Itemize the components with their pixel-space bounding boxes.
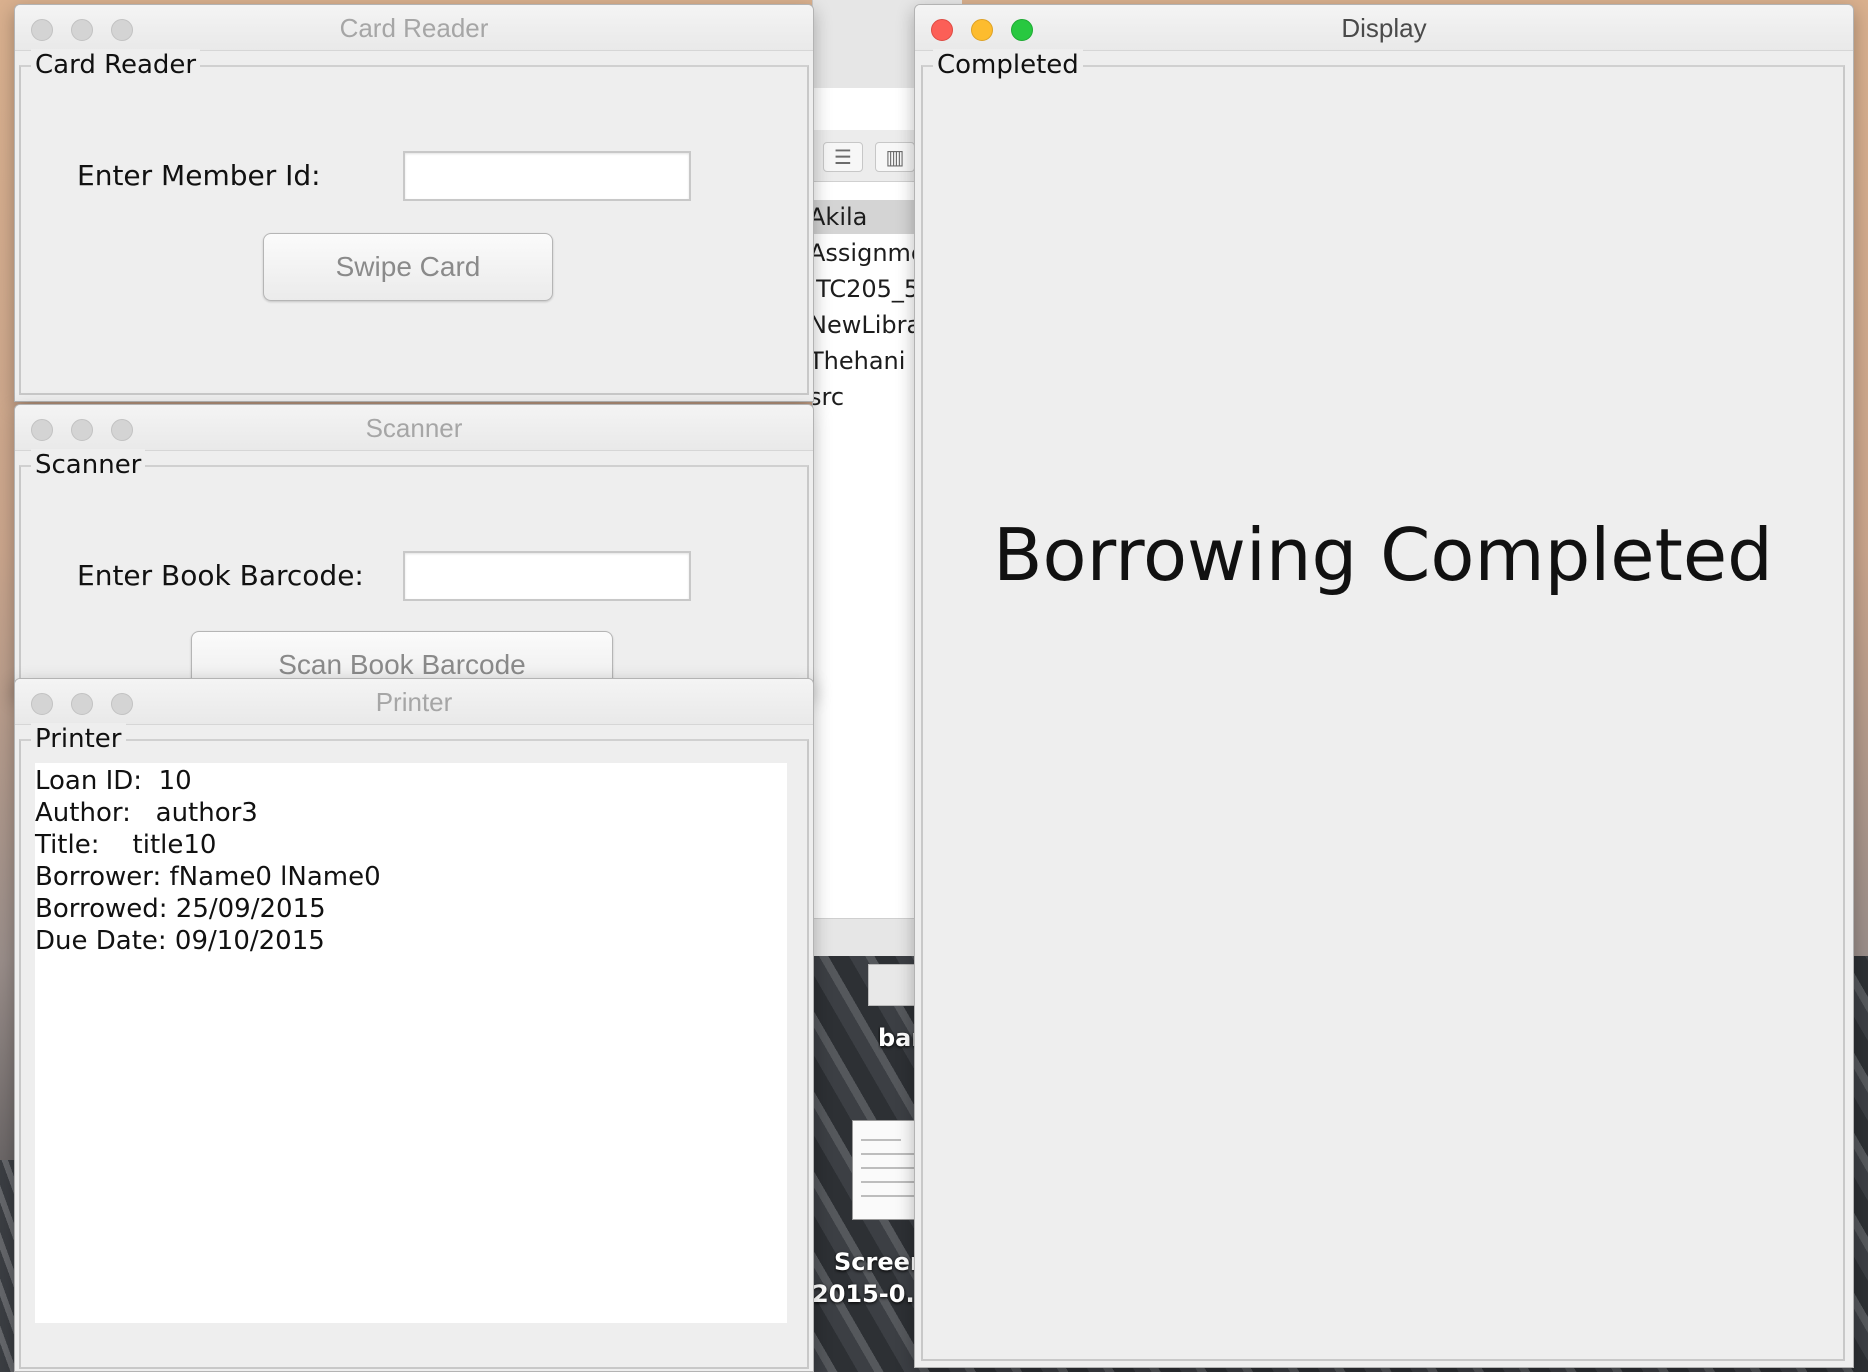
borrowing-status-message: Borrowing Completed: [993, 513, 1773, 597]
card-reader-group: Card Reader Enter Member Id: Swipe Card: [19, 49, 809, 395]
card-reader-titlebar[interactable]: Card Reader: [15, 5, 813, 51]
display-window-title: Display: [1341, 13, 1427, 43]
printer-titlebar[interactable]: Printer: [15, 679, 813, 725]
completed-group-title: Completed: [933, 49, 1083, 81]
member-id-label: Enter Member Id:: [77, 159, 321, 192]
card-reader-group-title: Card Reader: [31, 49, 201, 81]
completed-group: Completed Borrowing Completed: [921, 49, 1845, 1361]
display-window: Display Completed Borrowing Completed: [914, 4, 1854, 1368]
scanner-group-title: Scanner: [31, 449, 146, 481]
column-view-icon[interactable]: ▥: [875, 142, 915, 172]
author-line: Author: author3: [35, 798, 258, 828]
card-reader-window: Card Reader Card Reader Enter Member Id:…: [14, 4, 814, 402]
printer-window: Printer Printer Loan ID: 10 Author: auth…: [14, 678, 814, 1372]
swipe-card-button[interactable]: Swipe Card: [263, 233, 553, 301]
scanner-window-title: Scanner: [365, 413, 463, 443]
card-reader-window-title: Card Reader: [339, 13, 489, 43]
borrowed-date-line: Borrowed: 25/09/2015: [35, 894, 326, 924]
scanner-group: Scanner Enter Book Barcode: Scan Book Ba…: [19, 449, 809, 693]
borrower-line: Borrower: fName0 lName0: [35, 862, 381, 892]
printer-window-title: Printer: [375, 687, 453, 717]
printer-group-title: Printer: [31, 723, 126, 755]
scanner-window: Scanner Scanner Enter Book Barcode: Scan…: [14, 404, 814, 694]
display-titlebar[interactable]: Display: [915, 5, 1853, 51]
member-id-input[interactable]: [403, 151, 691, 201]
book-barcode-input[interactable]: [403, 551, 691, 601]
list-view-icon[interactable]: ☰: [823, 142, 863, 172]
printer-output: Loan ID: 10 Author: author3 Title: title…: [35, 763, 787, 1323]
book-barcode-label: Enter Book Barcode:: [77, 559, 364, 592]
due-date-line: Due Date: 09/10/2015: [35, 926, 325, 956]
title-line: Title: title10: [35, 830, 217, 860]
scanner-titlebar[interactable]: Scanner: [15, 405, 813, 451]
loan-id-line: Loan ID: 10: [35, 766, 192, 796]
